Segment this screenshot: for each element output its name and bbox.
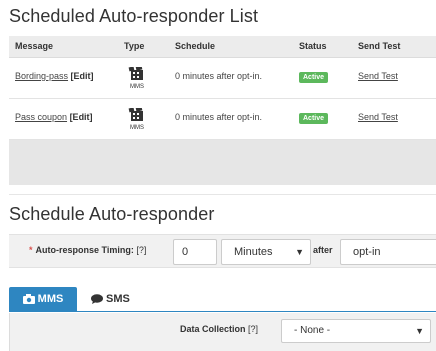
film-icon	[128, 106, 143, 121]
timing-help-link[interactable]: [?]	[136, 245, 146, 255]
column-header-schedule: Schedule	[175, 41, 216, 51]
mms-type-icon: MMS	[128, 106, 146, 131]
chevron-down-icon: ▼	[415, 326, 424, 336]
data-collection-label-text: Data Collection	[180, 324, 246, 334]
list-section-title: Scheduled Auto-responder List	[9, 6, 259, 26]
schedule-cell: 0 minutes after opt-in.	[175, 71, 263, 81]
after-label: after	[313, 245, 333, 255]
edit-link[interactable]: [Edit]	[70, 112, 93, 122]
schedule-cell: 0 minutes after opt-in.	[175, 112, 263, 122]
send-test-link[interactable]: Send Test	[358, 112, 398, 122]
send-test-cell: Send Test	[358, 112, 398, 122]
column-header-type: Type	[124, 41, 145, 51]
form-section-title: Schedule Auto-responder	[9, 204, 215, 224]
timing-row: * Auto-response Timing: [?] 0 Minutes ▼ a…	[9, 234, 436, 268]
column-header-send-test: Send Test	[358, 41, 401, 51]
message-link[interactable]: Pass coupon	[15, 112, 67, 122]
tab-mms-label: MMS	[37, 293, 64, 305]
table-row: Pass coupon [Edit] MMS 0 minutes after o…	[9, 99, 436, 140]
send-test-link[interactable]: Send Test	[358, 71, 398, 81]
data-collection-value: - None -	[294, 325, 331, 336]
tab-sms[interactable]: SMS	[91, 287, 130, 312]
chat-bubble-icon	[91, 294, 103, 304]
status-badge: Active	[299, 113, 329, 124]
message-cell: Bording-pass [Edit]	[15, 71, 94, 81]
tab-sms-label: SMS	[106, 293, 130, 305]
mms-type-icon: MMS	[128, 65, 146, 90]
timing-unit-select[interactable]: Minutes ▼	[221, 239, 311, 265]
timing-label: * Auto-response Timing: [?]	[29, 245, 146, 255]
autoresponder-table: Message Type Schedule Status Send Test B…	[9, 36, 436, 185]
timing-event-input[interactable]: opt-in	[340, 239, 436, 265]
section-divider	[9, 194, 436, 195]
status-cell: Active	[299, 71, 329, 83]
data-collection-select[interactable]: - None - ▼	[281, 319, 431, 343]
mms-panel: Data Collection [?] - None - ▼	[9, 313, 436, 351]
column-header-status: Status	[299, 41, 327, 51]
chevron-down-icon: ▼	[295, 247, 304, 257]
column-header-message: Message	[15, 41, 54, 51]
table-header: Message Type Schedule Status Send Test	[9, 36, 436, 58]
message-type-tabs: MMS SMS	[9, 287, 436, 312]
tab-mms[interactable]: MMS	[9, 287, 77, 312]
timing-label-text: Auto-response Timing:	[35, 245, 134, 255]
data-collection-label: Data Collection [?]	[180, 324, 258, 334]
send-test-cell: Send Test	[358, 71, 398, 81]
timing-unit-value: Minutes	[234, 246, 273, 258]
message-cell: Pass coupon [Edit]	[15, 112, 93, 122]
film-icon	[128, 65, 143, 80]
table-footer	[9, 140, 436, 185]
status-cell: Active	[299, 112, 329, 124]
data-collection-help-link[interactable]: [?]	[248, 324, 258, 334]
type-label: MMS	[130, 84, 144, 90]
message-link[interactable]: Bording-pass	[15, 71, 68, 81]
timing-value-input[interactable]: 0	[173, 239, 217, 265]
edit-link[interactable]: [Edit]	[71, 71, 94, 81]
type-label: MMS	[130, 125, 144, 131]
status-badge: Active	[299, 72, 329, 83]
required-mark: *	[29, 245, 33, 255]
table-row: Bording-pass [Edit] MMS 0 minutes after …	[9, 58, 436, 99]
camera-icon	[22, 294, 35, 304]
